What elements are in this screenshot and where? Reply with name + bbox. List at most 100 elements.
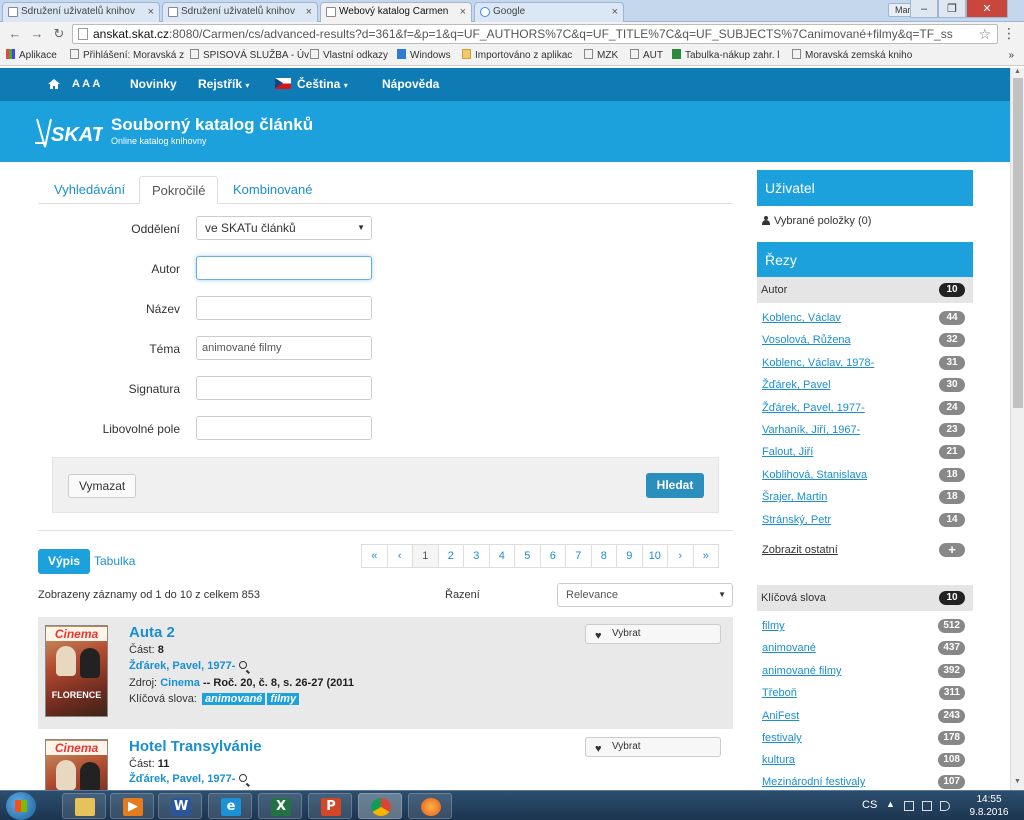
home-icon[interactable] (48, 79, 60, 89)
pager-prev[interactable]: ‹ (386, 544, 413, 568)
facet-item[interactable]: Varhaník, Jiří, 1967- 23 (762, 422, 965, 440)
pager-last[interactable]: » (692, 544, 719, 568)
facet-item[interactable]: animované filmy 392 (762, 663, 965, 681)
start-button-icon[interactable] (6, 792, 36, 820)
search-icon[interactable] (239, 661, 248, 669)
taskbar-powerpoint[interactable]: P (308, 793, 352, 819)
facet-keywords-header[interactable]: Klíčová slova 10 (757, 585, 973, 611)
record-title[interactable]: Auta 2 (129, 624, 175, 641)
pager-page-current[interactable]: 1 (412, 544, 439, 568)
author-input[interactable] (196, 256, 372, 280)
bookmark-item[interactable]: Aplikace (6, 46, 57, 65)
pager-page[interactable]: 2 (437, 544, 464, 568)
close-icon[interactable]: × (306, 3, 312, 21)
cover-image[interactable]: Cinema FLORENCE (45, 625, 108, 717)
taskbar-word[interactable]: W (158, 793, 202, 819)
facet-item[interactable]: Žďárek, Pavel 30 (762, 377, 965, 395)
pager-page[interactable]: 6 (539, 544, 566, 568)
scroll-thumb[interactable] (1013, 78, 1023, 408)
clear-button[interactable]: Vymazat (68, 474, 137, 498)
window-close-icon[interactable]: ✕ (966, 0, 1008, 18)
source-link[interactable]: Cinema (160, 677, 200, 689)
tab-combined-search[interactable]: Kombinované (221, 176, 325, 204)
network-icon[interactable] (922, 801, 932, 811)
browser-tab[interactable]: Sdružení uživatelů knihov × (162, 2, 318, 22)
selected-items-link[interactable]: Vybrané položky (0) (762, 215, 871, 227)
scroll-down-icon[interactable]: ▼ (1014, 778, 1021, 785)
facet-item[interactable]: animované 437 (762, 640, 965, 658)
reload-icon[interactable]: ↻ (50, 25, 68, 43)
volume-icon[interactable] (940, 801, 950, 811)
back-icon[interactable]: ← (6, 25, 24, 43)
keyboard-language[interactable]: CS (862, 799, 877, 811)
facet-item[interactable]: kultura 108 (762, 752, 965, 770)
keyword-tag[interactable]: animované (201, 693, 266, 705)
author-link[interactable]: Žďárek, Pavel, 1977- (129, 660, 235, 672)
pager-page[interactable]: 8 (590, 544, 617, 568)
facet-item[interactable]: Falout, Jiří 21 (762, 444, 965, 462)
taskbar-ie[interactable]: e (208, 793, 252, 819)
pager-next[interactable]: › (667, 544, 694, 568)
bookmark-item[interactable]: AUT (630, 46, 663, 65)
bookmark-item[interactable]: Přihlášení: Moravská z (70, 46, 184, 65)
url-input[interactable]: anskat.skat.cz:8080/Carmen/cs/advanced-r… (72, 24, 998, 44)
close-icon[interactable]: × (612, 3, 618, 21)
pager-page[interactable]: 4 (488, 544, 515, 568)
bookmark-item[interactable]: Vlastní odkazy (310, 46, 388, 65)
view-table-tab[interactable]: Tabulka (84, 549, 145, 574)
select-record-button[interactable]: ♥ Vybrat (585, 624, 721, 644)
topic-input[interactable]: animované filmy (196, 336, 372, 360)
page-scrollbar[interactable]: ▲ ▼ (1010, 68, 1024, 790)
sort-select[interactable]: Relevance ▼ (557, 583, 733, 607)
taskbar-excel[interactable]: X (258, 793, 302, 819)
facet-author-header[interactable]: Autor 10 (757, 277, 973, 303)
scroll-up-icon[interactable]: ▲ (1014, 68, 1021, 75)
signature-input[interactable] (196, 376, 372, 400)
page-info-icon[interactable] (78, 28, 88, 40)
taskbar-media-player[interactable]: ▶ (110, 793, 154, 819)
forward-icon[interactable]: → (28, 25, 46, 43)
facet-item[interactable]: Koblenc, Václav 44 (762, 310, 965, 328)
tab-basic-search[interactable]: Vyhledávání (42, 176, 137, 204)
close-icon[interactable]: × (460, 3, 466, 21)
search-icon[interactable] (239, 774, 248, 782)
search-button[interactable]: Hledat (646, 473, 704, 498)
bookmark-item[interactable]: Tabulka-nákup zahr. l (672, 46, 780, 65)
record-title[interactable]: Hotel Transylvánie (129, 738, 262, 755)
select-record-button[interactable]: ♥ Vybrat (585, 737, 721, 757)
department-select[interactable]: ve SKATu článků ▼ (196, 216, 372, 240)
bookmark-item[interactable]: SPISOVÁ SLUŽBA - Úv (190, 46, 309, 65)
cover-image[interactable]: Cinema (45, 739, 108, 791)
facet-item[interactable]: Koblenc, Václav, 1978- 31 (762, 355, 965, 373)
taskbar-chrome[interactable] (358, 793, 402, 819)
bookmarks-more-icon[interactable]: » (1008, 46, 1014, 65)
bookmark-star-icon[interactable]: ☆ (978, 25, 991, 43)
view-list-tab[interactable]: Výpis (38, 549, 91, 574)
facet-item[interactable]: festivaly 178 (762, 730, 965, 748)
pager-page[interactable]: 7 (565, 544, 592, 568)
bookmark-item[interactable]: Importováno z aplikac (462, 46, 572, 65)
system-clock[interactable]: 14:55 9.8.2016 (964, 793, 1014, 819)
facet-item[interactable]: Vosolová, Růžena 32 (762, 332, 965, 350)
pager-page[interactable]: 10 (641, 544, 668, 568)
browser-menu-icon[interactable]: ⋮ (1002, 25, 1016, 42)
facet-item[interactable]: Třeboň 311 (762, 685, 965, 703)
maximize-icon[interactable]: ❐ (938, 0, 966, 18)
facet-item[interactable]: AniFest 243 (762, 708, 965, 726)
show-more-link[interactable]: Zobrazit ostatní (762, 544, 838, 556)
facet-item[interactable]: Stránský, Petr 14 (762, 512, 965, 530)
any-field-input[interactable] (196, 416, 372, 440)
title-input[interactable] (196, 296, 372, 320)
minimize-icon[interactable]: – (910, 0, 938, 18)
nav-language[interactable]: Čeština ▾ (275, 68, 348, 102)
keyword-tag[interactable]: filmy (267, 693, 300, 705)
browser-tab[interactable]: Sdružení uživatelů knihov × (2, 2, 160, 22)
facet-item[interactable]: Šrajer, Martin 18 (762, 489, 965, 507)
taskbar-explorer[interactable] (62, 793, 106, 819)
bookmark-item[interactable]: MZK (584, 46, 618, 65)
browser-tab[interactable]: Google × (474, 2, 624, 22)
tray-expand-icon[interactable]: ▲ (886, 799, 895, 809)
close-icon[interactable]: × (148, 3, 154, 21)
browser-tab-active[interactable]: Webový katalog Carmen × (320, 2, 472, 22)
tab-advanced-search[interactable]: Pokročilé (139, 176, 219, 204)
